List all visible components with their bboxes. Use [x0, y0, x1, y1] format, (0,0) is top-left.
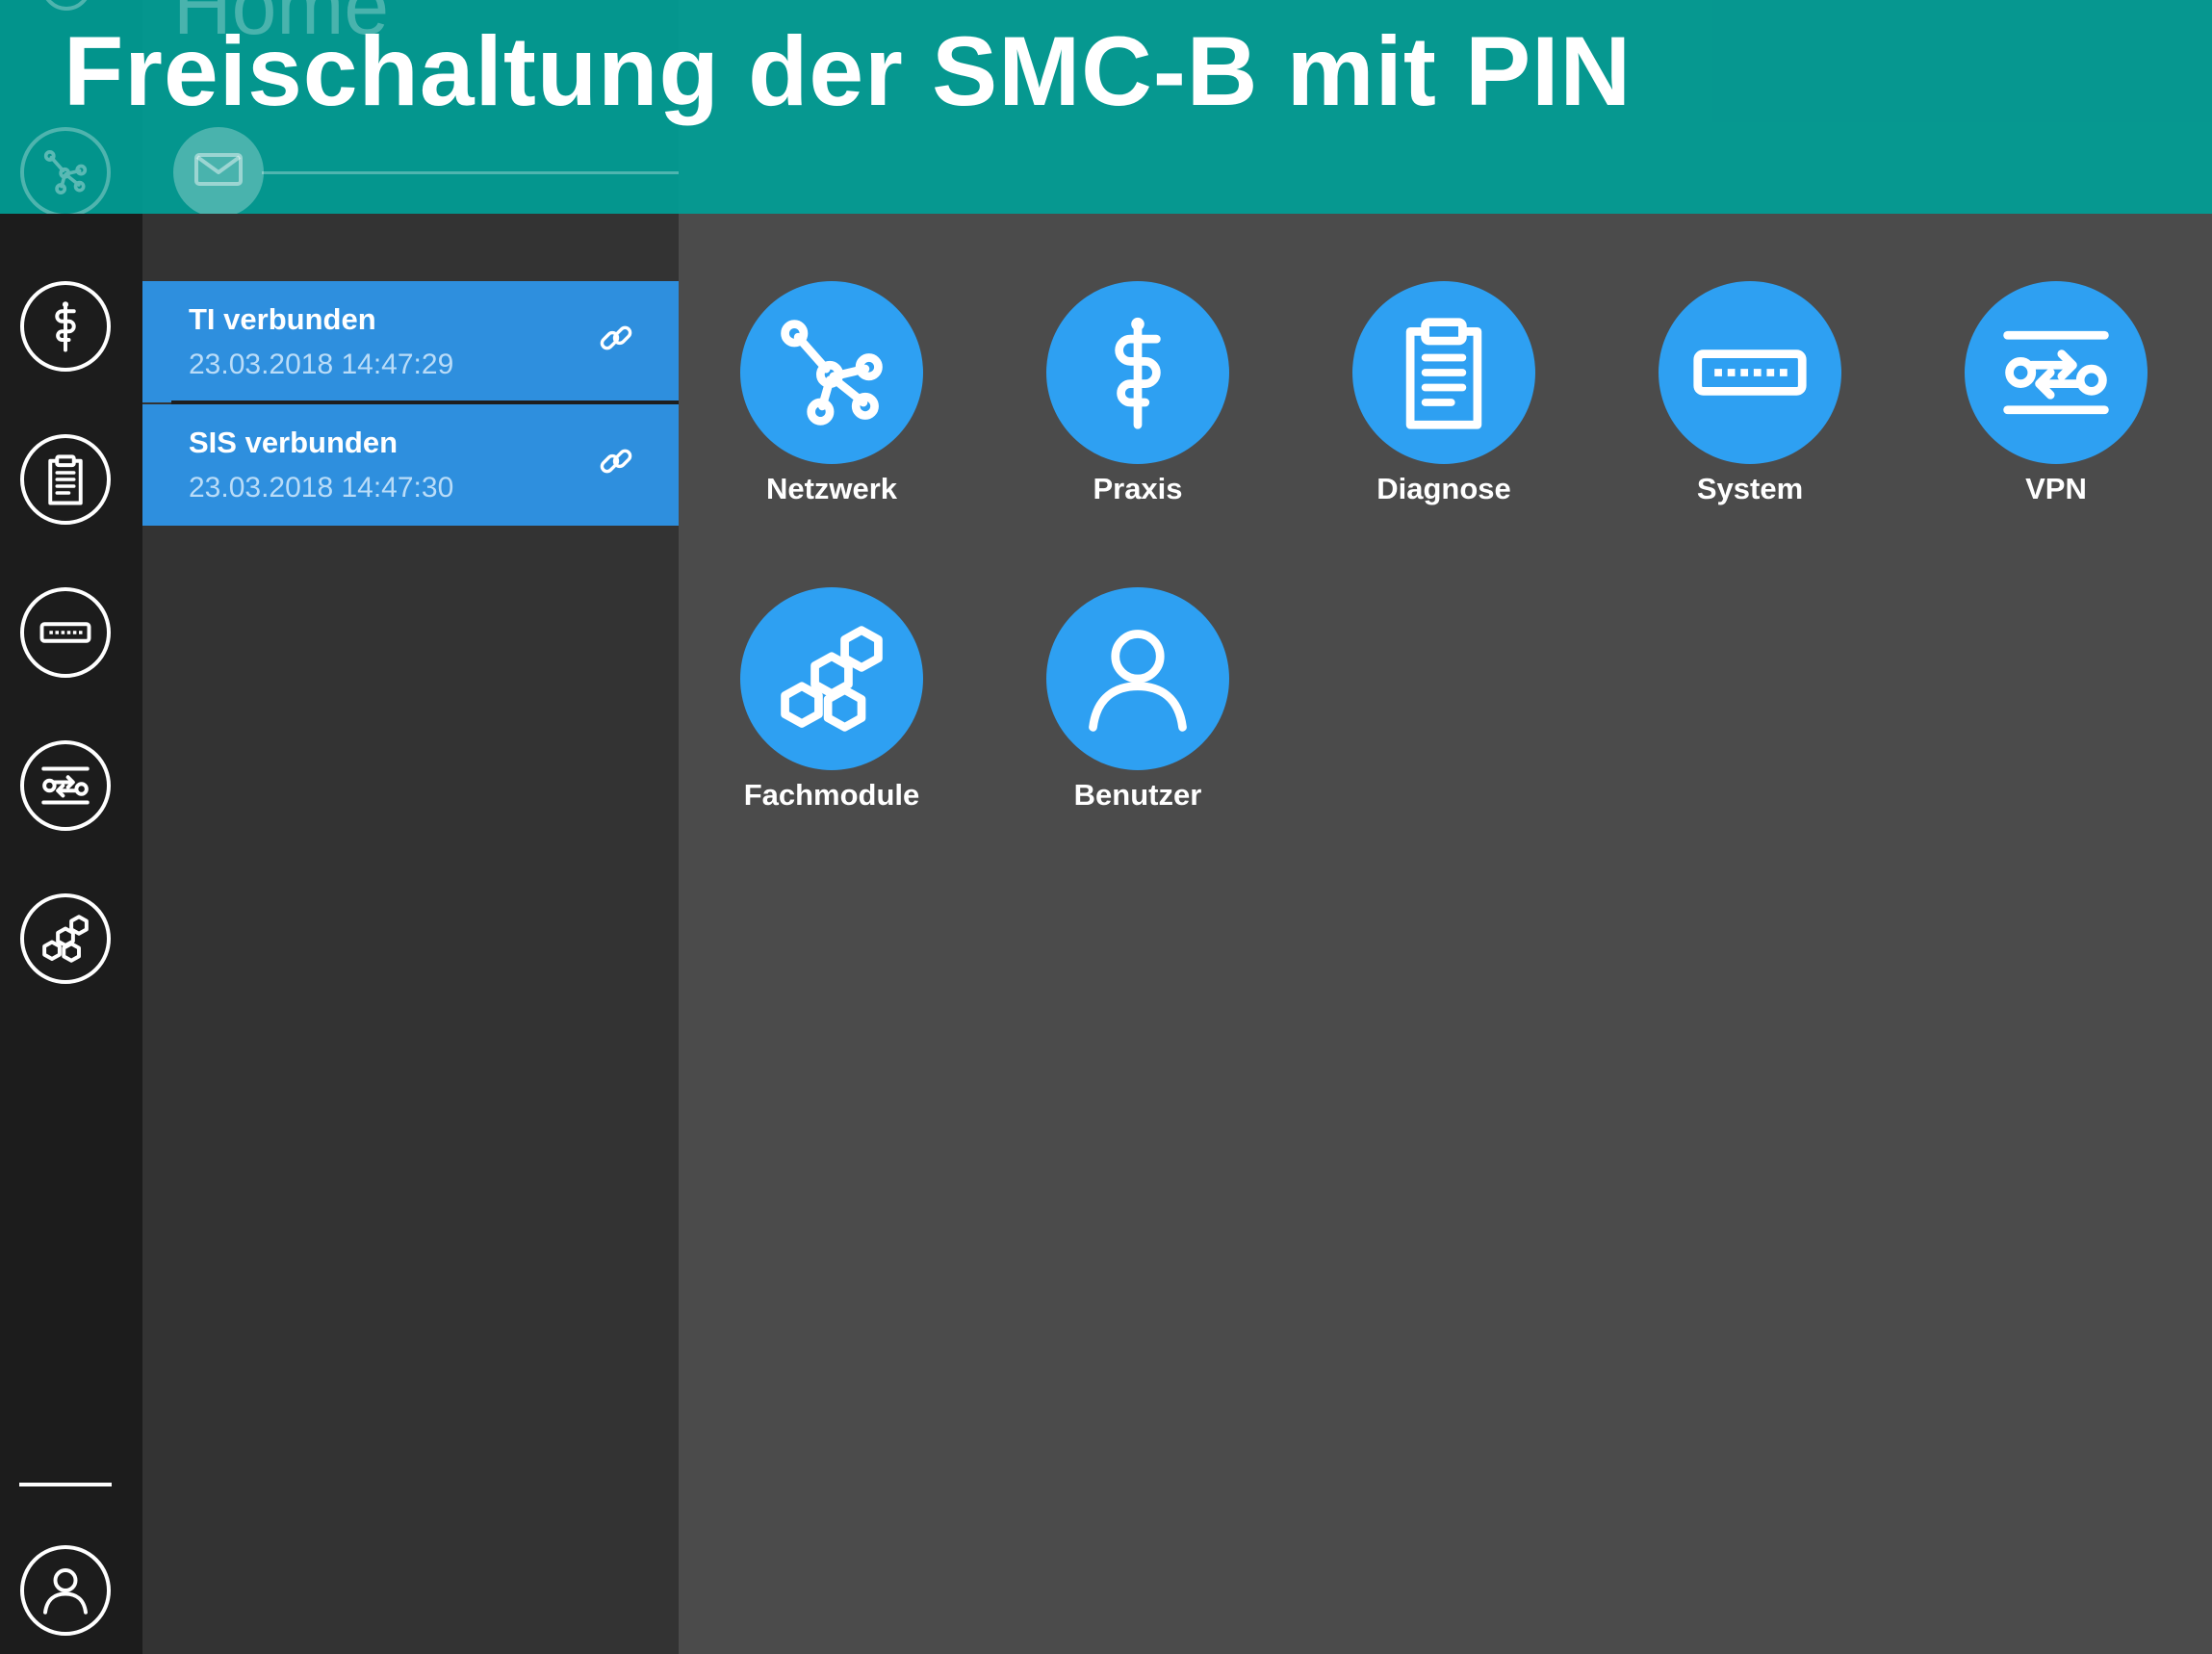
vpn-nav-button[interactable]: [20, 740, 111, 831]
router-icon: [1690, 313, 1810, 432]
clipboard-icon: [39, 452, 92, 506]
connection-status-panel: TI verbunden 23.03.2018 14:47:29 SIS ver…: [142, 0, 679, 1654]
status-title: SIS verbunden: [189, 426, 399, 459]
status-timestamp: 23.03.2018 14:47:29: [189, 349, 454, 380]
user-nav-button[interactable]: [20, 1545, 111, 1636]
tile-icon-circle: [1352, 281, 1535, 464]
mail-icon: [194, 153, 243, 186]
user-icon: [1078, 619, 1197, 738]
tile-icon-circle: [740, 281, 923, 464]
apps-grid-icon: [45, 0, 88, 11]
clipboard-icon: [1384, 313, 1504, 432]
tile-netzwerk[interactable]: Netzwerk: [721, 281, 942, 506]
tile-label: Benutzer: [1073, 778, 1202, 812]
tile-label: Fachmodule: [743, 778, 920, 812]
status-item-ti[interactable]: TI verbunden 23.03.2018 14:47:29: [142, 281, 679, 402]
tile-label: Diagnose: [1376, 472, 1511, 505]
caduceus-icon: [39, 299, 92, 353]
tile-diagnose[interactable]: Diagnose: [1333, 281, 1555, 506]
vpn-icon: [1996, 313, 2116, 432]
status-title: TI verbunden: [189, 302, 376, 336]
modules-icon: [772, 619, 891, 738]
icon-sidebar: [0, 0, 142, 1654]
link-icon: [596, 318, 636, 358]
status-item-sis[interactable]: SIS verbunden 23.03.2018 14:47:30: [142, 404, 679, 526]
network-icon: [40, 147, 90, 197]
tile-label: VPN: [2025, 472, 2087, 505]
tile-icon-circle: [1046, 587, 1229, 770]
modules-nav-button[interactable]: [20, 893, 111, 984]
caduceus-icon: [1078, 313, 1197, 432]
network-nav-button[interactable]: [20, 127, 111, 214]
tile-label: System: [1696, 472, 1804, 505]
rail-divider: [19, 1483, 112, 1486]
tile-praxis[interactable]: Praxis: [1027, 281, 1248, 506]
router-nav-button[interactable]: [20, 587, 111, 678]
tile-icon-circle: [1659, 281, 1841, 464]
network-icon: [772, 313, 891, 432]
router-icon: [39, 606, 92, 659]
tile-benutzer[interactable]: Benutzer: [1027, 587, 1248, 813]
tile-icon-circle: [1046, 281, 1229, 464]
mail-button[interactable]: [173, 127, 264, 214]
tile-icon-circle: [740, 587, 923, 770]
tile-icon-circle: [1965, 281, 2148, 464]
tile-vpn[interactable]: VPN: [1945, 281, 2167, 506]
title-banner: Home Freischaltung der SMC-B mit PIN: [0, 0, 2212, 214]
tile-fachmodule[interactable]: Fachmodule: [721, 587, 942, 813]
vpn-icon: [39, 759, 92, 813]
tile-system[interactable]: System: [1639, 281, 1861, 506]
modules-icon: [39, 912, 92, 966]
user-icon: [39, 1564, 92, 1617]
status-timestamp: 23.03.2018 14:47:30: [189, 472, 454, 504]
header-divider: [262, 171, 679, 174]
link-icon: [596, 441, 636, 481]
clipboard-nav-button[interactable]: [20, 434, 111, 525]
tile-label: Netzwerk: [765, 472, 898, 505]
banner-title: Freischaltung der SMC-B mit PIN: [64, 16, 1633, 126]
caduceus-nav-button[interactable]: [20, 281, 111, 372]
tile-label: Praxis: [1093, 472, 1183, 505]
